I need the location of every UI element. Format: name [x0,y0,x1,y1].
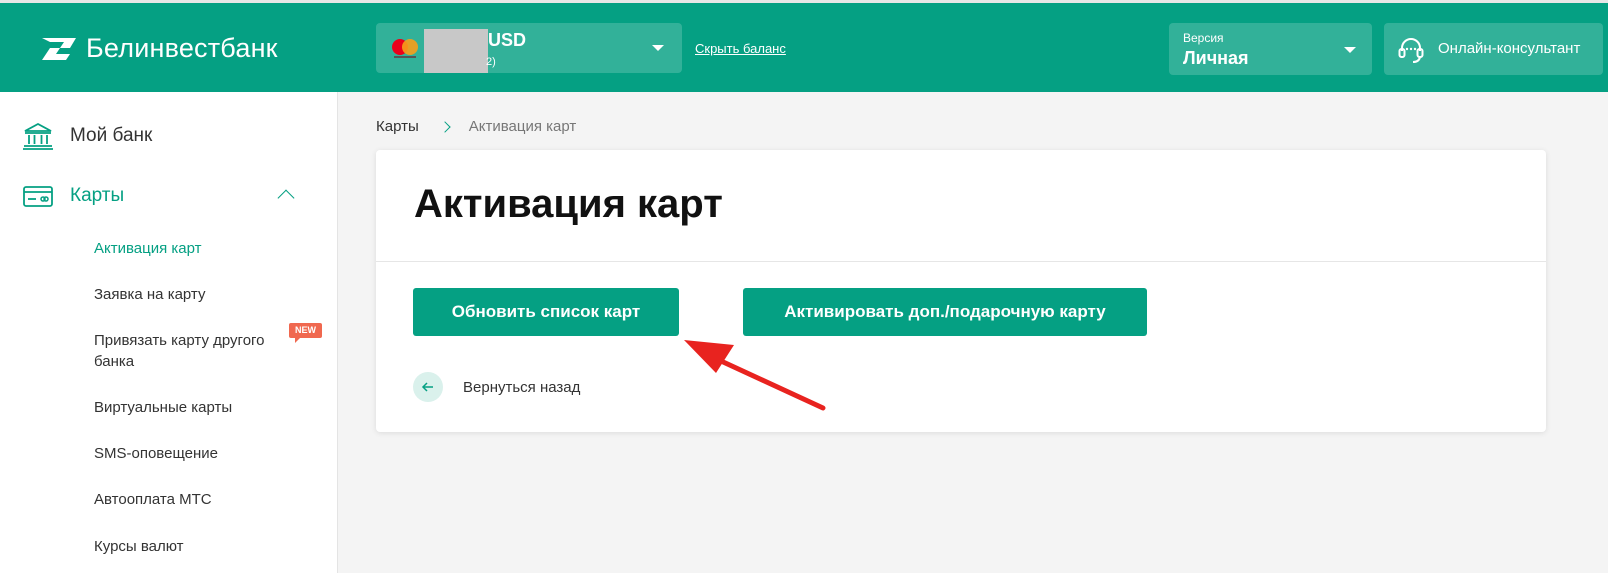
annotation-arrow-icon [684,340,826,411]
